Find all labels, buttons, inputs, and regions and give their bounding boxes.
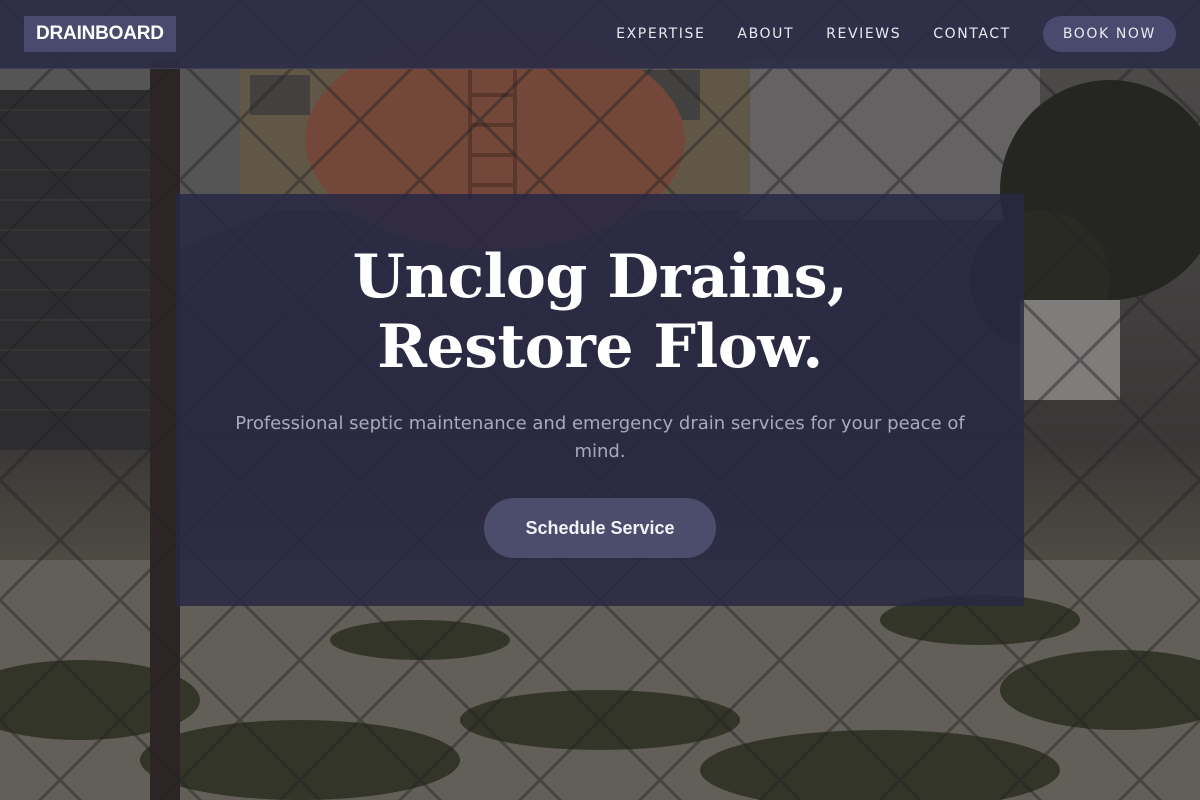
brand-logo[interactable]: DRAINBOARD [24, 16, 176, 52]
hero-title-line-2: Restore Flow. [377, 312, 823, 382]
hero-subtitle: Professional septic maintenance and emer… [235, 413, 965, 462]
hero-card: Unclog Drains, Restore Flow. Professiona… [176, 194, 1024, 606]
nav-link-about[interactable]: ABOUT [737, 26, 794, 42]
hero-title: Unclog Drains, Restore Flow. [176, 242, 1024, 382]
hero-title-line-1: Unclog Drains, [352, 242, 848, 312]
nav-link-contact[interactable]: CONTACT [933, 26, 1011, 42]
schedule-service-button[interactable]: Schedule Service [484, 498, 716, 558]
main-nav: EXPERTISE ABOUT REVIEWS CONTACT BOOK NOW [616, 16, 1176, 52]
nav-link-expertise[interactable]: EXPERTISE [616, 26, 705, 42]
site-header: DRAINBOARD EXPERTISE ABOUT REVIEWS CONTA… [0, 0, 1200, 69]
book-now-button[interactable]: BOOK NOW [1042, 16, 1176, 52]
nav-link-reviews[interactable]: REVIEWS [826, 26, 901, 42]
